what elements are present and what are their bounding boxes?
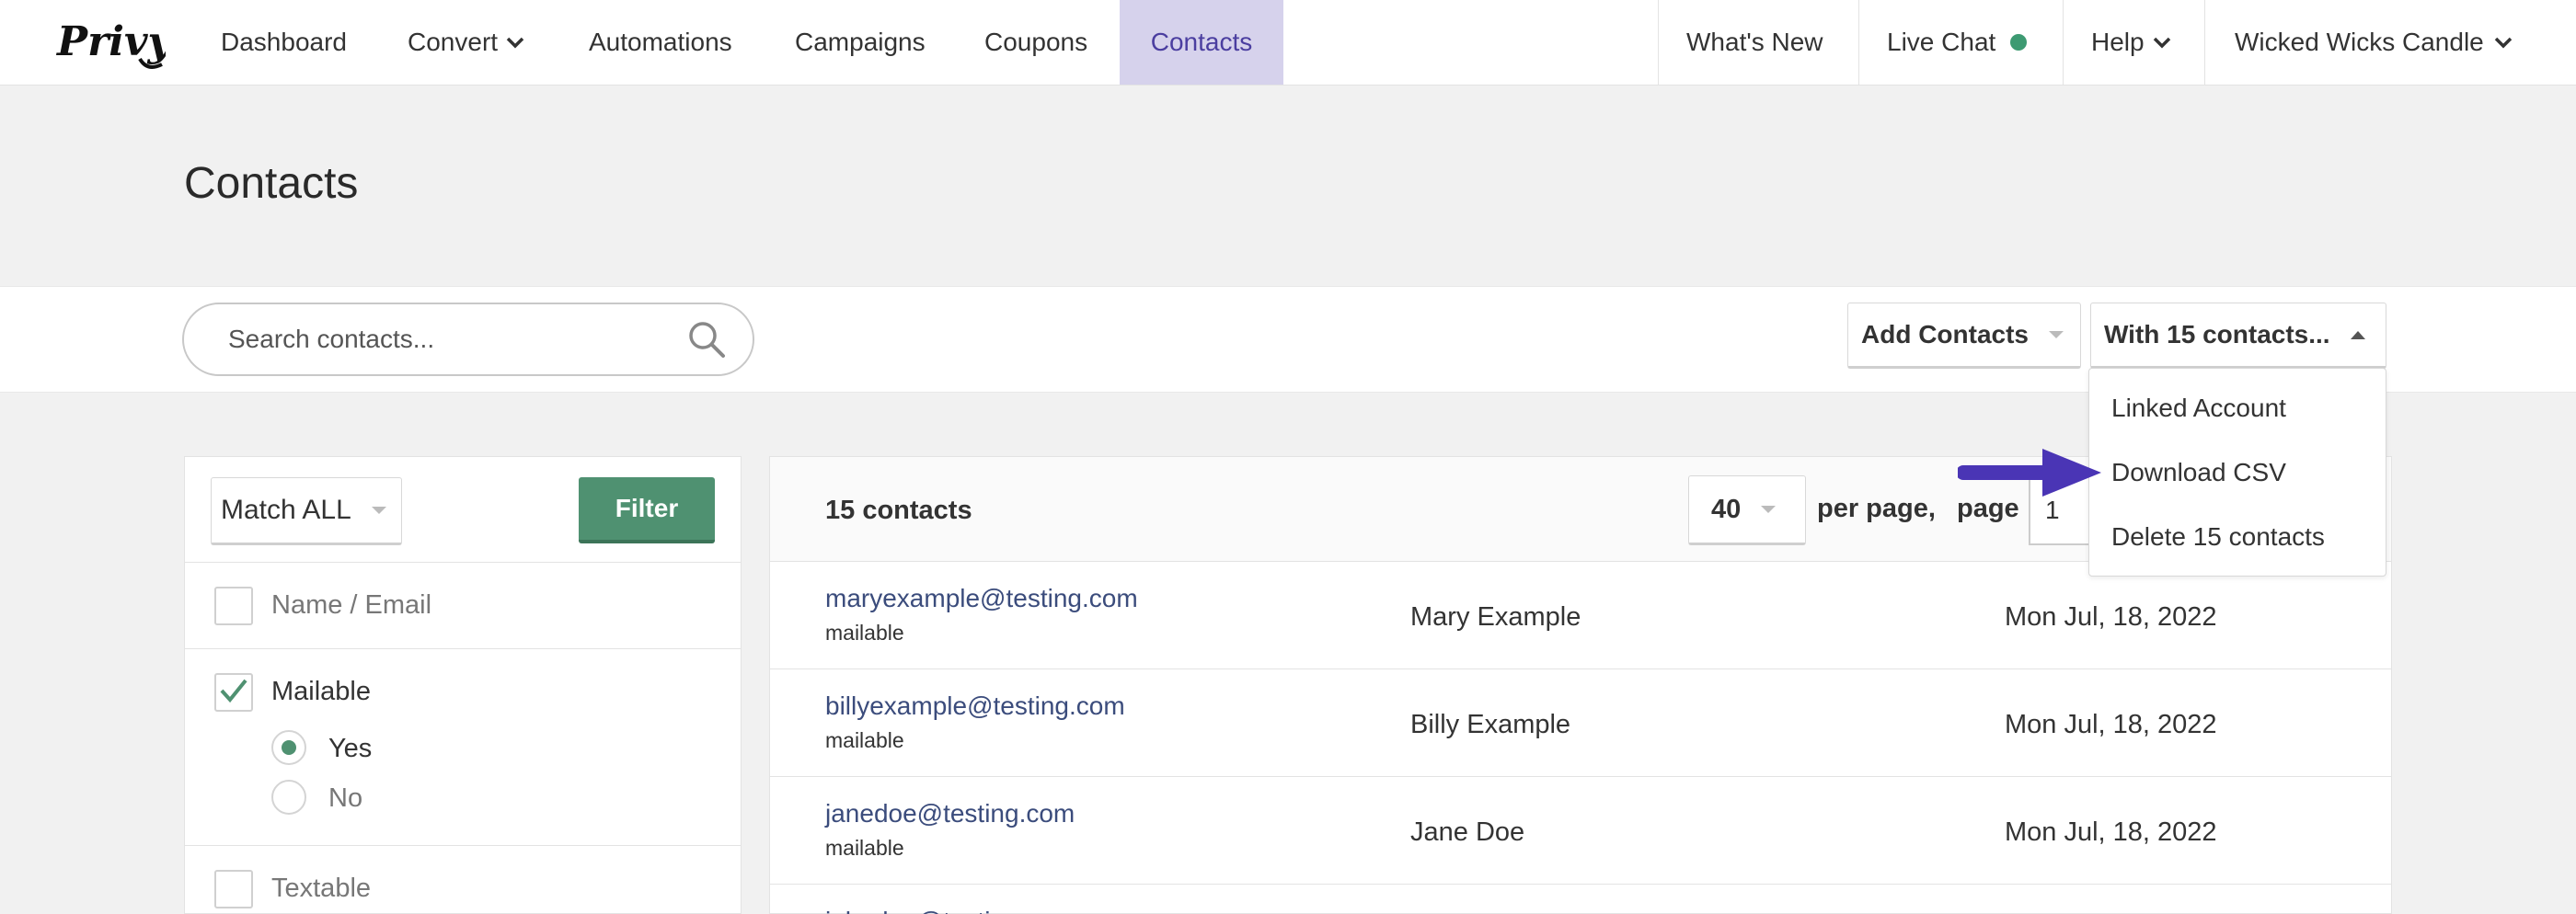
- online-status-icon: [2010, 34, 2028, 51]
- name-email-label: Name / Email: [271, 590, 432, 620]
- nav-help-label: Help: [2091, 28, 2145, 56]
- nav-coupons[interactable]: Coupons: [984, 0, 1087, 85]
- nav-live-chat[interactable]: Live Chat: [1858, 0, 2063, 85]
- caret-down-icon: [371, 507, 386, 514]
- chevron-down-icon: [2153, 37, 2170, 49]
- page-title: Contacts: [184, 159, 359, 208]
- match-mode-label: Match ALL: [221, 495, 351, 525]
- mailable-checkbox[interactable]: [214, 673, 253, 712]
- name-email-checkbox[interactable]: [214, 587, 253, 625]
- filter-textable: Textable: [185, 845, 741, 914]
- filter-name-email: Name / Email: [185, 562, 741, 648]
- nav-convert-label: Convert: [408, 28, 499, 56]
- menu-item-linked-account[interactable]: Linked Account: [2089, 376, 2386, 440]
- contact-email-link[interactable]: billyexample@testing.com: [825, 691, 1125, 721]
- privy-logo[interactable]: Privy: [55, 13, 166, 74]
- chevron-down-icon: [2494, 37, 2512, 49]
- table-row[interactable]: johndoe@testing.com 10000001052: [770, 885, 2391, 914]
- nav-contacts[interactable]: Contacts: [1120, 0, 1283, 85]
- add-contacts-button[interactable]: Add Contacts: [1847, 303, 2081, 369]
- menu-item-delete-contacts[interactable]: Delete 15 contacts: [2089, 505, 2386, 569]
- match-mode-dropdown[interactable]: Match ALL: [211, 477, 402, 545]
- nav-automations[interactable]: Automations: [589, 0, 732, 85]
- mailable-no-radio[interactable]: [271, 780, 306, 815]
- nav-dashboard-label: Dashboard: [221, 28, 347, 56]
- contact-name: Mary Example: [1410, 602, 1581, 632]
- caret-down-icon: [1761, 506, 1777, 513]
- table-row[interactable]: maryexample@testing.com mailable Mary Ex…: [770, 562, 2391, 669]
- mailable-yes-radio[interactable]: [271, 730, 306, 765]
- caret-up-icon: [2350, 330, 2365, 339]
- checkmark-icon: [220, 679, 247, 703]
- per-page-label: per page,: [1817, 494, 1936, 523]
- per-page-value: 40: [1711, 494, 1742, 524]
- nav-whats-new-label: What's New: [1686, 28, 1823, 56]
- contact-status: mailable: [825, 728, 904, 752]
- contact-count: 15 contacts: [825, 496, 972, 525]
- nav-campaigns[interactable]: Campaigns: [795, 0, 926, 85]
- filter-mailable: Mailable Yes No: [185, 648, 741, 845]
- nav-dashboard[interactable]: Dashboard: [221, 0, 347, 85]
- textable-checkbox[interactable]: [214, 870, 253, 908]
- nav-contacts-label: Contacts: [1150, 28, 1253, 56]
- table-row[interactable]: janedoe@testing.com mailable Jane Doe Mo…: [770, 777, 2391, 885]
- contact-status: mailable: [825, 621, 904, 645]
- bulk-actions-label: With 15 contacts...: [2104, 320, 2330, 348]
- pointer-arrow-icon: [1958, 449, 2101, 497]
- nav-whats-new[interactable]: What's New: [1658, 0, 1858, 85]
- nav-account-label: Wicked Wicks Candle: [2235, 28, 2484, 56]
- chevron-down-icon: [506, 37, 524, 49]
- mailable-yes-label: Yes: [328, 734, 373, 763]
- nav-live-chat-label: Live Chat: [1887, 28, 1996, 56]
- caret-down-icon: [2049, 331, 2064, 338]
- search-placeholder: Search contacts...: [228, 325, 435, 353]
- svg-text:Privy: Privy: [55, 18, 166, 65]
- add-contacts-label: Add Contacts: [1861, 320, 2029, 348]
- nav-account[interactable]: Wicked Wicks Candle: [2204, 0, 2576, 85]
- contact-email-link[interactable]: johndoe@testing.com: [825, 907, 1075, 914]
- table-row[interactable]: billyexample@testing.com mailable Billy …: [770, 669, 2391, 777]
- bulk-actions-menu: Linked Account Download CSV Delete 15 co…: [2088, 368, 2386, 577]
- nav-automations-label: Automations: [589, 28, 732, 56]
- menu-item-download-csv[interactable]: Download CSV: [2089, 440, 2386, 505]
- contact-email-link[interactable]: janedoe@testing.com: [825, 799, 1075, 828]
- top-nav: Privy Dashboard Convert Automations Camp…: [0, 0, 2576, 86]
- nav-convert[interactable]: Convert: [408, 0, 525, 85]
- mailable-label: Mailable: [271, 677, 371, 706]
- nav-help[interactable]: Help: [2063, 0, 2204, 85]
- filter-button[interactable]: Filter: [579, 477, 715, 543]
- nav-campaigns-label: Campaigns: [795, 28, 926, 56]
- contact-email-link[interactable]: maryexample@testing.com: [825, 584, 1138, 613]
- contact-date: Mon Jul, 18, 2022: [2005, 602, 2217, 632]
- contact-name: Jane Doe: [1410, 817, 1525, 847]
- contact-name: Billy Example: [1410, 710, 1571, 739]
- textable-label: Textable: [271, 874, 372, 903]
- contact-date: Mon Jul, 18, 2022: [2005, 710, 2217, 739]
- contact-date: Mon Jul, 18, 2022: [2005, 817, 2217, 847]
- search-icon[interactable]: [686, 319, 727, 360]
- contact-status: mailable: [825, 836, 904, 860]
- mailable-no-label: No: [328, 783, 363, 813]
- filter-panel: Match ALL Filter Name / Email Mailable Y…: [184, 456, 742, 914]
- search-input[interactable]: Search contacts...: [182, 303, 754, 376]
- bulk-actions-dropdown[interactable]: With 15 contacts...: [2090, 303, 2386, 369]
- nav-coupons-label: Coupons: [984, 28, 1088, 56]
- per-page-dropdown[interactable]: 40: [1688, 475, 1806, 545]
